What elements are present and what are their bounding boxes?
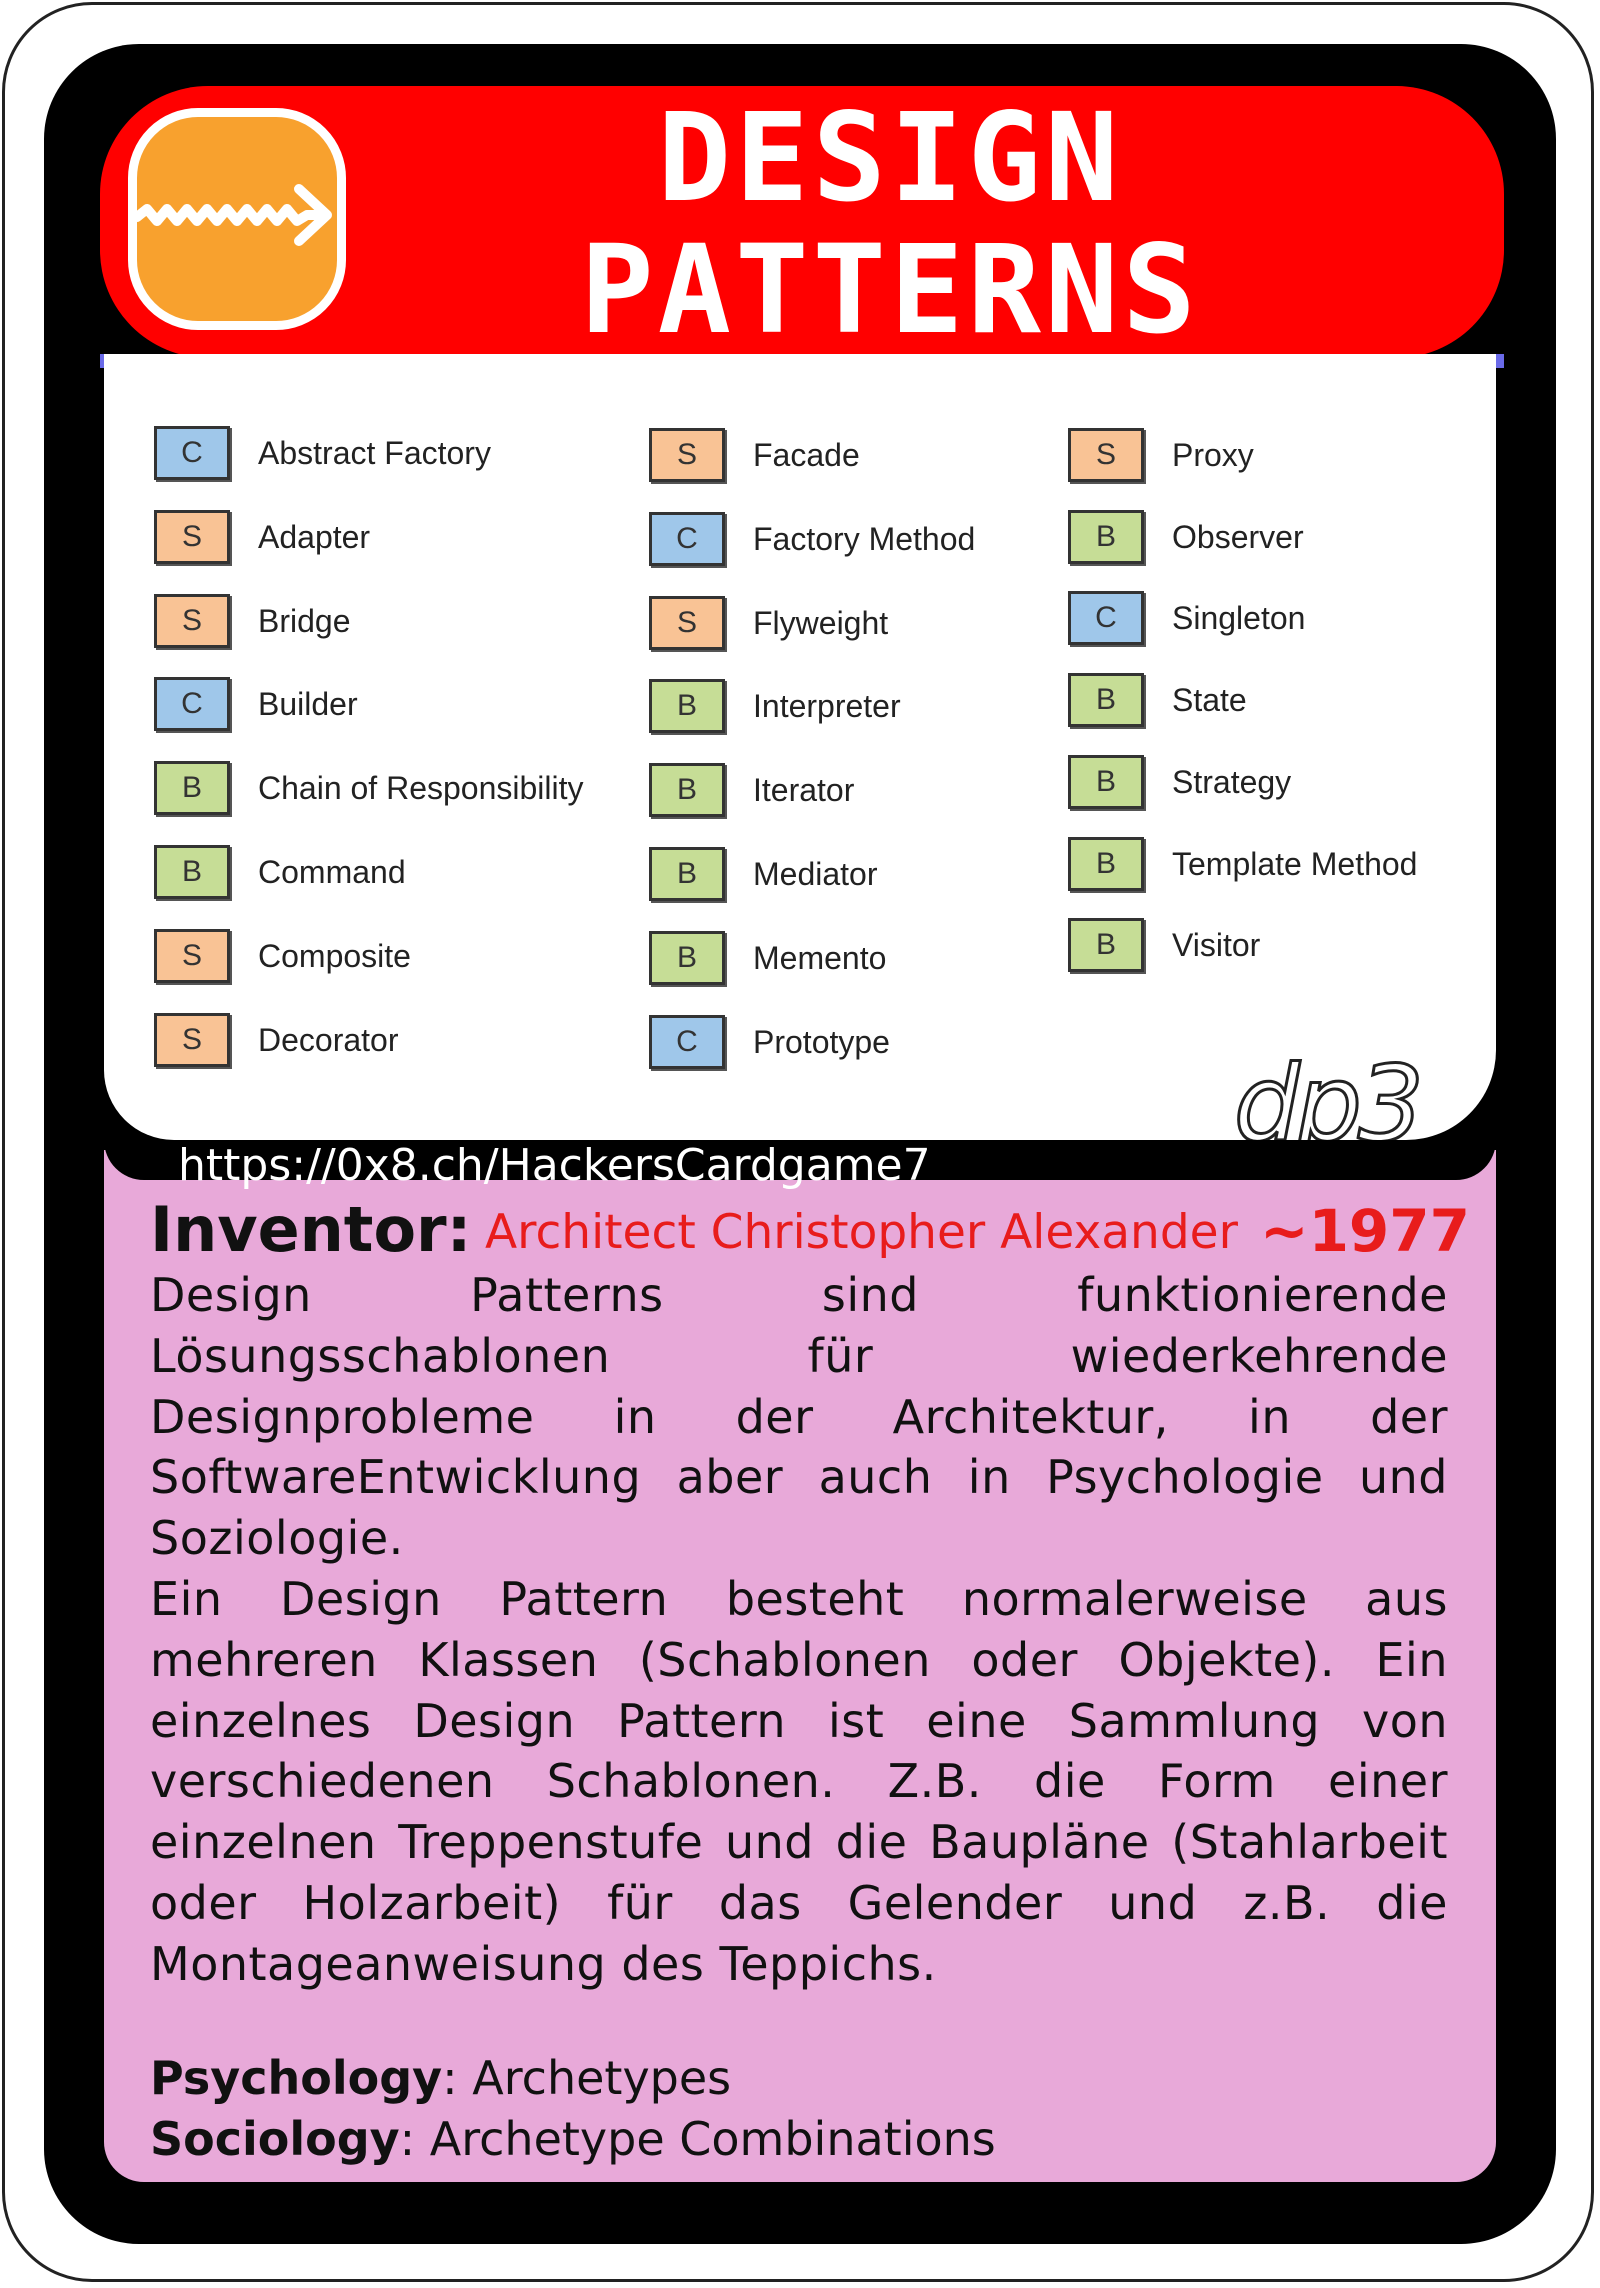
pattern-category-badge: B [649,763,725,817]
pattern-name: Proxy [1172,436,1254,473]
pattern-item: S Bridge [154,592,351,650]
pattern-name: State [1172,681,1247,718]
pattern-category-badge: B [649,847,725,901]
pattern-name: Prototype [753,1023,890,1060]
pattern-name: Iterator [753,771,855,808]
pattern-item: C Prototype [649,1013,890,1071]
pattern-item: B Strategy [1068,753,1291,811]
pattern-item: B Template Method [1068,835,1417,893]
inventor-line: Inventor: Architect Christopher Alexande… [150,1195,1470,1265]
pattern-category-badge: B [154,845,230,899]
pattern-category-badge: B [1068,673,1144,727]
pattern-item: C Singleton [1068,589,1305,647]
facts-list: Psychology: Archetypes Sociology: Archet… [150,2048,1448,2170]
title-line-1: DESIGN [657,87,1123,229]
pattern-name: Flyweight [753,604,889,641]
pattern-category-badge: C [1068,591,1144,645]
pattern-category-badge: S [154,929,230,983]
pattern-name: Composite [258,937,411,974]
pattern-item: B Mediator [649,845,878,903]
fact-psychology: Psychology: Archetypes [150,2048,1448,2109]
fact-sociology-value: : Archetype Combinations [399,2112,996,2166]
pattern-category-badge: C [649,512,725,566]
pattern-category-badge: S [154,594,230,648]
pattern-category-badge: B [1068,918,1144,972]
pattern-item: B State [1068,671,1247,729]
pattern-name: Decorator [258,1021,399,1058]
pattern-name: Command [258,853,406,890]
pattern-name: Observer [1172,518,1304,555]
pattern-item: S Decorator [154,1011,399,1069]
title-line-2: PATTERNS [580,219,1200,361]
pattern-item: B Iterator [649,761,854,819]
pattern-item: S Flyweight [649,594,888,652]
pattern-item: S Proxy [1068,426,1254,484]
pattern-category-badge: B [1068,510,1144,564]
pattern-name: Interpreter [753,687,901,724]
pattern-item: S Adapter [154,508,370,566]
inventor-year: ~1977 [1259,1197,1470,1265]
pattern-item: B Command [154,843,406,901]
card-url[interactable]: https://0x8.ch/HackersCardgame7 [178,1140,931,1192]
pattern-category-badge: S [1068,428,1144,482]
pattern-category-badge: S [154,1013,230,1067]
pattern-item: B Memento [649,929,886,987]
pattern-category-badge: S [649,428,725,482]
pattern-item: C Builder [154,675,358,733]
pattern-category-badge: C [649,1015,725,1069]
pattern-category-badge: B [1068,837,1144,891]
pattern-name: Mediator [753,855,878,892]
pattern-name: Builder [258,685,358,722]
pattern-item: B Visitor [1068,916,1260,974]
pattern-category-badge: B [649,679,725,733]
pattern-category-badge: B [649,931,725,985]
zigzag-arrow-icon-graphic [137,184,332,246]
pattern-category-badge: S [649,596,725,650]
pattern-category-badge: B [1068,755,1144,809]
pattern-name: Chain of Responsibility [258,769,584,806]
pattern-item: B Chain of Responsibility [154,759,584,817]
description-text: Design Patterns sind funktionierende Lös… [150,1265,1448,1995]
pattern-category-badge: C [154,677,230,731]
fact-sociology-label: Sociology [150,2112,400,2166]
fact-psychology-label: Psychology [150,2051,443,2105]
inventor-label: Inventor: [150,1193,472,1266]
pattern-item: S Facade [649,426,860,484]
fact-sociology: Sociology: Archetype Combinations [150,2109,1448,2170]
pattern-item: B Observer [1068,508,1304,566]
pattern-name: Facade [753,436,860,473]
description-paragraph-1: Design Patterns sind funktionierende Lös… [150,1268,1448,1566]
pattern-name: Visitor [1172,926,1261,963]
pattern-name: Memento [753,939,887,976]
pattern-name: Strategy [1172,763,1292,800]
inventor-name: Architect Christopher Alexander [485,1205,1238,1260]
pattern-name: Template Method [1172,845,1418,882]
pattern-category-badge: C [154,426,230,480]
pattern-item: B Interpreter [649,677,901,735]
pattern-name: Bridge [258,602,351,639]
pattern-item: C Factory Method [649,510,975,568]
pattern-category-badge: B [154,761,230,815]
fact-psychology-value: : Archetypes [442,2051,732,2105]
pattern-item: S Composite [154,927,411,985]
pattern-name: Factory Method [753,520,976,557]
pattern-name: Adapter [258,518,371,555]
pattern-item: C Abstract Factory [154,424,491,482]
pattern-name: Abstract Factory [258,434,491,471]
description-paragraph-2: Ein Design Pattern besteht normalerweise… [150,1571,1448,1991]
zigzag-arrow-icon [128,108,346,330]
card-title: DESIGN PATTERNS [450,92,1330,356]
pattern-category-badge: S [154,510,230,564]
pattern-name: Singleton [1172,599,1306,636]
